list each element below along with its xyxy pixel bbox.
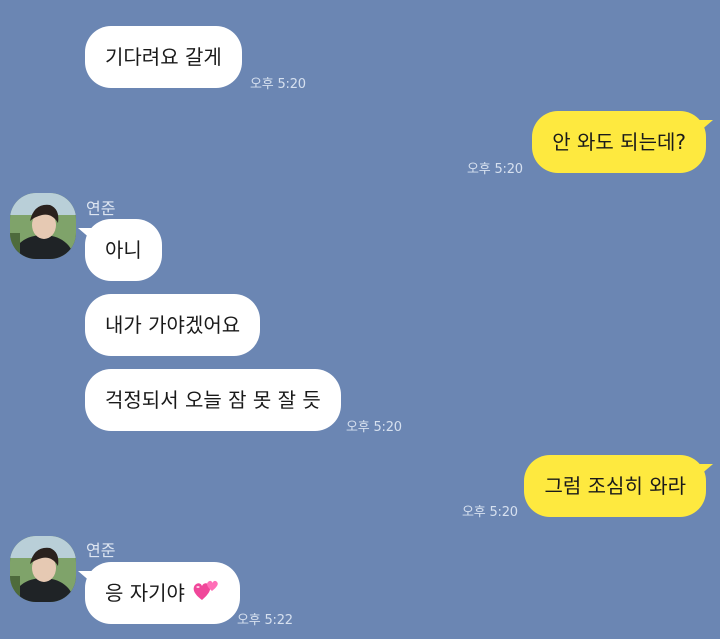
profile-photo: [10, 193, 76, 259]
incoming-message[interactable]: 내가 가야겠어요: [85, 294, 261, 356]
message-time: 오후 5:20: [462, 505, 518, 520]
message-time: 오후 5:22: [237, 613, 293, 628]
sender-name: 연준: [86, 199, 116, 218]
profile-photo: [10, 536, 76, 602]
message-text: 응 자기야: [105, 581, 185, 605]
incoming-message[interactable]: 기다려요 갈게: [85, 26, 242, 88]
incoming-message[interactable]: 걱정되서 오늘 잠 못 잘 듯: [85, 369, 341, 431]
message-text: 아니: [105, 238, 142, 262]
message-text: 걱정되서 오늘 잠 못 잘 듯: [105, 388, 321, 412]
avatar[interactable]: [10, 536, 76, 602]
outgoing-message[interactable]: 그럼 조심히 와라: [524, 455, 713, 517]
avatar[interactable]: [10, 193, 76, 259]
message-text: 기다려요 갈게: [105, 45, 222, 69]
sender-name: 연준: [86, 541, 116, 560]
chat-view: 기다려요 갈게 오후 5:20 안 와도 되는데? 오후 5:20 연준 아니 …: [0, 0, 720, 639]
two-hearts-icon: [192, 564, 220, 626]
message-time: 오후 5:20: [250, 77, 306, 92]
message-time: 오후 5:20: [346, 420, 402, 435]
incoming-message[interactable]: 응 자기야: [77, 562, 241, 626]
message-text: 안 와도 되는데?: [552, 130, 686, 154]
incoming-message[interactable]: 아니: [78, 219, 162, 281]
message-time: 오후 5:20: [467, 162, 523, 177]
message-text: 그럼 조심히 와라: [544, 474, 686, 498]
outgoing-message[interactable]: 안 와도 되는데?: [532, 111, 713, 173]
message-text: 내가 가야겠어요: [105, 313, 241, 337]
